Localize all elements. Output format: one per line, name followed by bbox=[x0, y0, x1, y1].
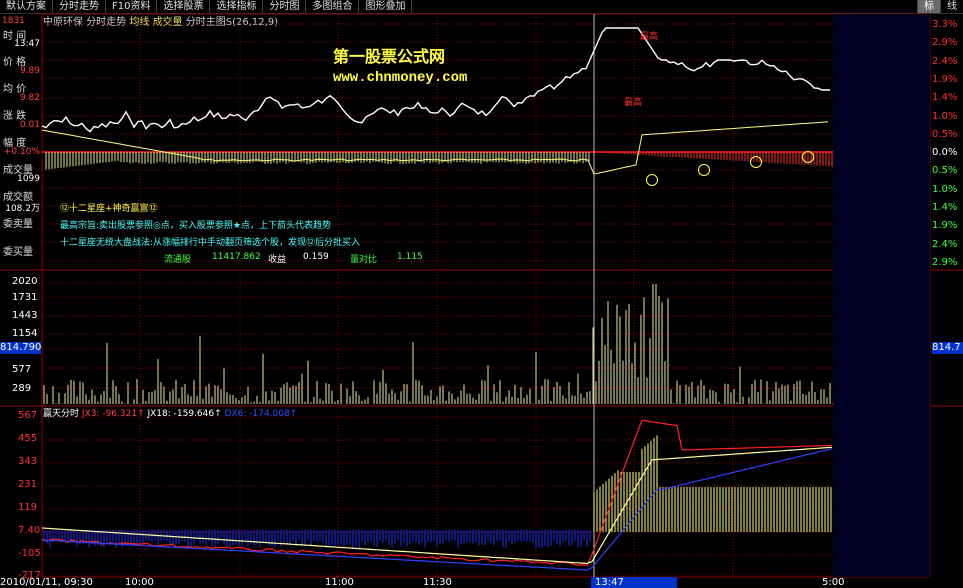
time-label-date: 2010/01/11, 09:30 bbox=[0, 577, 93, 588]
stats-value-volratio: 1.115 bbox=[397, 252, 423, 262]
price-axis-tick: 2.4% bbox=[932, 55, 958, 67]
time-label-1100: 11:00 bbox=[325, 577, 354, 588]
price-axis-tick: 2.9% bbox=[932, 256, 958, 268]
indicator-axis-tick: 7.40 bbox=[18, 525, 41, 536]
volume-axis-tick: 1731 bbox=[12, 292, 38, 303]
stats-label-volratio: 量对比 bbox=[350, 255, 378, 265]
volume-cursor-value-right: 814.7 bbox=[932, 342, 963, 354]
indicator-axis-tick: 567 bbox=[18, 410, 38, 421]
after-hours-region bbox=[833, 14, 930, 577]
volume-axis-tick: 2020 bbox=[12, 276, 38, 287]
volume-cursor-value: 814.790 bbox=[0, 342, 42, 354]
average-price-line bbox=[41, 121, 829, 175]
annotation-line2: 最高宗旨:卖出股票参照◎点，买入股票参照★点，上下箭头代表趋势 bbox=[60, 221, 331, 231]
volume-axis-tick: 577 bbox=[12, 364, 32, 375]
price-axis-tick: 1.0% bbox=[932, 110, 958, 122]
stats-label-float: 流通股 bbox=[164, 255, 192, 265]
indicator-jx3: JX3: -96.321↑ bbox=[81, 409, 145, 419]
volume-panel bbox=[43, 284, 834, 404]
indicator-axis-tick: 343 bbox=[18, 456, 38, 467]
signal-marker bbox=[698, 164, 710, 176]
price-axis-tick: 0.0% bbox=[932, 147, 958, 159]
stats-value-float: 11417.862 bbox=[212, 252, 261, 262]
price-axis-tick: 1.4% bbox=[932, 92, 958, 104]
stats-value-eps: 0.159 bbox=[303, 252, 329, 262]
annotation-line1: ⑫十二星座+神奇赢富⑫ bbox=[60, 204, 158, 214]
marker-high-top: 最高 bbox=[640, 32, 659, 42]
price-axis-tick: 1.4% bbox=[932, 202, 958, 213]
indicator-axis-tick: -105 bbox=[18, 548, 41, 559]
watermark-url: www.chnmoney.com bbox=[333, 70, 468, 86]
signal-marker bbox=[646, 174, 658, 186]
price-axis-tick: 1.9% bbox=[932, 73, 958, 85]
indicator-jx18: JX18: -159.646↑ bbox=[147, 409, 222, 419]
time-label-end: 5:00 bbox=[822, 577, 845, 588]
stats-label-eps: 收益 bbox=[268, 255, 287, 265]
annotation-line3: 十二星座无统大盘战法:从涨幅排行中手动翻页筛选个股，发现⑫后分批买入 bbox=[60, 238, 361, 248]
time-cursor: 13:47 bbox=[591, 577, 677, 588]
volume-axis-tick: 289 bbox=[12, 383, 32, 394]
time-label-1130: 11:30 bbox=[423, 577, 452, 588]
indicator-label: 赢天分时 bbox=[43, 409, 80, 419]
indicator-dx6: DX6: -174.008↑ bbox=[224, 409, 298, 419]
price-axis-tick: 0.5% bbox=[932, 165, 958, 177]
indicator-axis-tick: 119 bbox=[18, 502, 38, 513]
volume-axis-tick: 1443 bbox=[12, 310, 38, 321]
watermark-title: 第一股票公式网 bbox=[333, 47, 446, 66]
indicator-title: 赢天分时 JX3: -96.321↑ JX18: -159.646↑ DX6: … bbox=[43, 406, 297, 419]
time-label-1000: 10:00 bbox=[125, 577, 154, 588]
indicator-axis-tick: 231 bbox=[18, 479, 38, 490]
intraday-chart[interactable] bbox=[0, 0, 963, 588]
indicator-panel bbox=[41, 419, 833, 571]
price-axis-tick: 3.3% bbox=[932, 19, 958, 30]
marker-high: 最高 bbox=[624, 98, 643, 108]
volume-axis-tick: 1154 bbox=[12, 328, 38, 339]
price-axis-tick: 2.9% bbox=[932, 37, 958, 49]
price-axis-tick: 1.9% bbox=[932, 220, 958, 232]
price-axis-tick: 1.0% bbox=[932, 183, 958, 195]
price-axis-tick: 0.5% bbox=[932, 128, 958, 140]
indicator-axis-tick: 455 bbox=[18, 433, 38, 444]
price-axis-tick: 2.4% bbox=[932, 238, 958, 250]
time-axis: 2010/01/11, 09:30 10:00 11:00 11:30 13:4… bbox=[0, 577, 963, 588]
